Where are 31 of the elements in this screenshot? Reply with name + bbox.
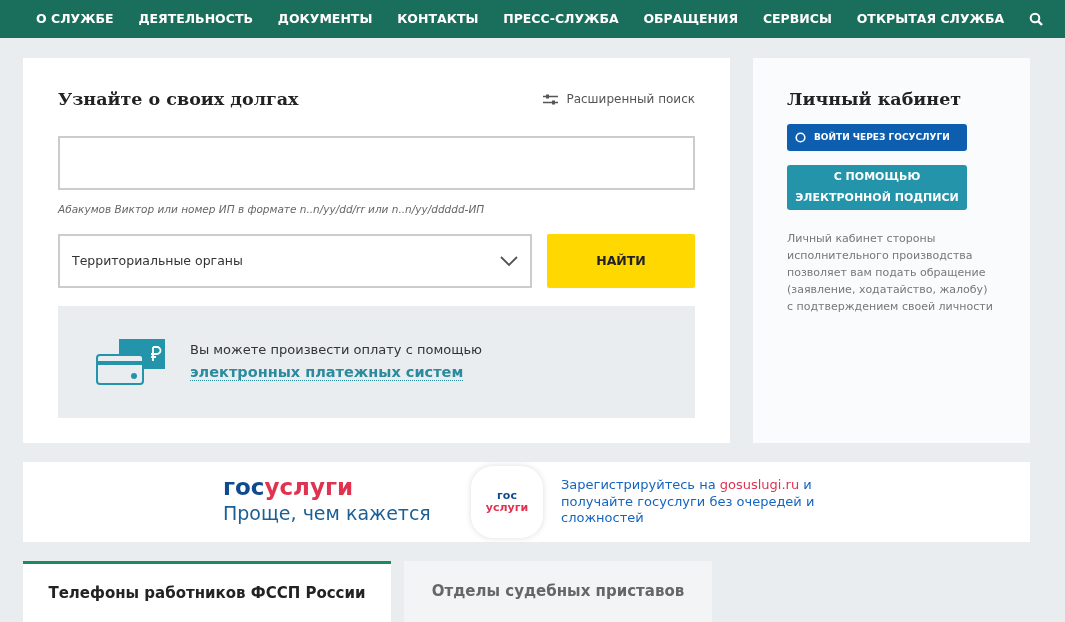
nav-link[interactable]: ДЕЯТЕЛЬНОСТЬ <box>138 9 253 29</box>
gosuslugi-badge: гос услуги <box>471 466 543 538</box>
banner-slogan: Проще, чем кажется <box>223 501 432 527</box>
sliders-icon <box>543 93 559 105</box>
payment-text: Вы можете произвести оплату с помощью <box>190 341 482 360</box>
nav-link[interactable]: ОБРАЩЕНИЯ <box>643 9 739 29</box>
gosuslugi-logo: госуслуги <box>223 476 355 500</box>
nav-link[interactable]: СЕРВИСЫ <box>762 9 832 29</box>
advanced-search-link[interactable]: Расширенный поиск <box>543 90 695 109</box>
nav-link[interactable]: ДОКУМЕНТЫ <box>277 9 373 29</box>
chevron-down-icon <box>500 256 518 266</box>
find-button[interactable]: НАЙТИ <box>547 234 695 288</box>
nav-link[interactable]: ОТКРЫТАЯ СЛУЖБА <box>856 9 1005 29</box>
payment-systems-link[interactable]: электронных платежных систем <box>190 363 464 381</box>
ring-icon <box>795 132 806 144</box>
banner-message: Зарегистрируйтесь на gosuslugi.ru и получайте госуслуги без очередей и сложностей <box>561 476 816 528</box>
region-select[interactable]: Территориальные органы <box>58 234 532 288</box>
gosuslugi-login-button[interactable]: ВОЙТИ ЧЕРЕЗ ГОСУСЛУГИ <box>787 124 967 152</box>
nav-link[interactable]: КОНТАКТЫ <box>397 9 479 29</box>
search-icon[interactable] <box>1028 12 1043 26</box>
tab[interactable]: Отделы судебных приставов <box>404 561 712 622</box>
cabinet-description: Личный кабинет стороны исполнительного производства позволяет вам подать обращение (заявление, ходатайство, жалобу) с подтверждением своей личности <box>787 231 994 316</box>
search-hint: Абакумов Виктор или номер ИП в формате n..n/yy/dd/rr или n..n/yy/ddddd-ИП <box>58 202 486 218</box>
section-title: Личный кабинет <box>787 88 963 111</box>
section-title: Узнайте о своих долгах <box>58 88 299 111</box>
search-field[interactable] <box>58 136 695 191</box>
payment-card-icon <box>96 339 166 385</box>
digital-signature-button[interactable]: С ПОМОЩЬЮ ЭЛЕКТРОННОЙ ПОДПИСИ <box>787 165 967 211</box>
tab[interactable]: Телефоны работников ФССП России <box>23 561 391 622</box>
nav-link[interactable]: О СЛУЖБЕ <box>36 9 114 29</box>
nav-link[interactable]: ПРЕСС-СЛУЖБА <box>503 9 619 29</box>
